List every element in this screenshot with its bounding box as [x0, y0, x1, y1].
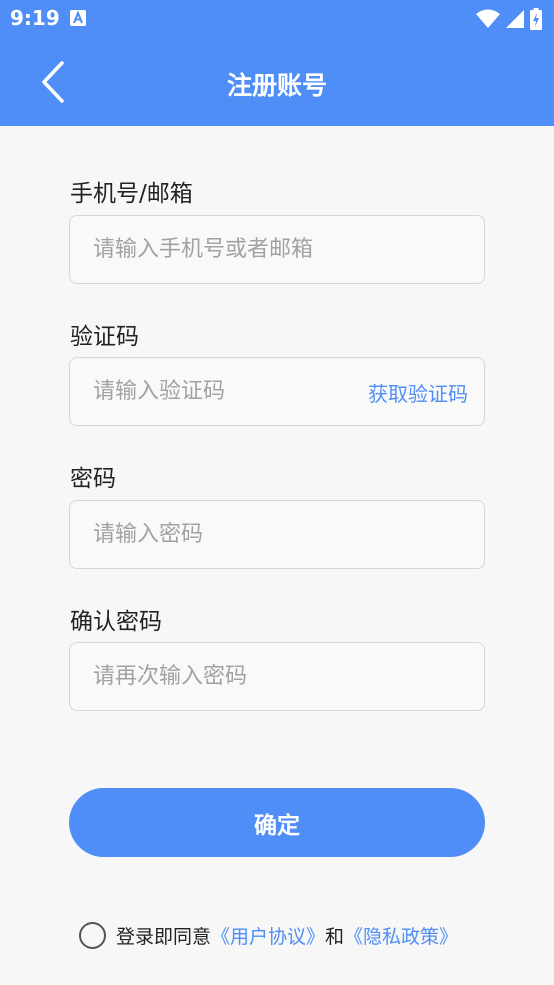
password-field[interactable] [69, 500, 485, 569]
page-title: 注册账号 [226, 71, 327, 100]
user-agreement-link[interactable]: 《用户协议》 [211, 922, 325, 949]
status-bar: 9:19 [0, 0, 554, 36]
account-field[interactable] [69, 215, 485, 284]
confirm-password-field[interactable] [69, 642, 485, 711]
code-field[interactable]: 获取验证码 [69, 357, 485, 426]
password-label: 密码 [70, 466, 116, 492]
signal-icon [506, 9, 524, 33]
agreement-row: 登录即同意 《用户协议》 和 《隐私政策》 [79, 920, 458, 950]
code-label: 验证码 [70, 324, 139, 350]
confirm-password-label: 确认密码 [70, 609, 162, 635]
status-indicators [476, 8, 542, 34]
status-time: 9:19 [10, 6, 60, 30]
password-input[interactable] [93, 501, 453, 568]
battery-charging-icon [530, 8, 542, 34]
agreement-conjunction: 和 [325, 925, 345, 948]
account-input[interactable] [93, 216, 453, 283]
account-label: 手机号/邮箱 [70, 181, 193, 207]
app-header: 9:19 注册账号 [0, 0, 554, 126]
code-input[interactable] [93, 358, 343, 425]
get-code-button[interactable]: 获取验证码 [368, 378, 468, 407]
a-icon [70, 10, 86, 26]
privacy-policy-link[interactable]: 《隐私政策》 [344, 922, 458, 949]
confirm-button[interactable]: 确定 [69, 788, 485, 857]
confirm-password-input[interactable] [93, 643, 453, 710]
agree-checkbox[interactable] [79, 921, 106, 949]
wifi-icon [476, 9, 500, 33]
agreement-prefix: 登录即同意 [116, 925, 212, 948]
nav-bar: 注册账号 [0, 36, 554, 126]
